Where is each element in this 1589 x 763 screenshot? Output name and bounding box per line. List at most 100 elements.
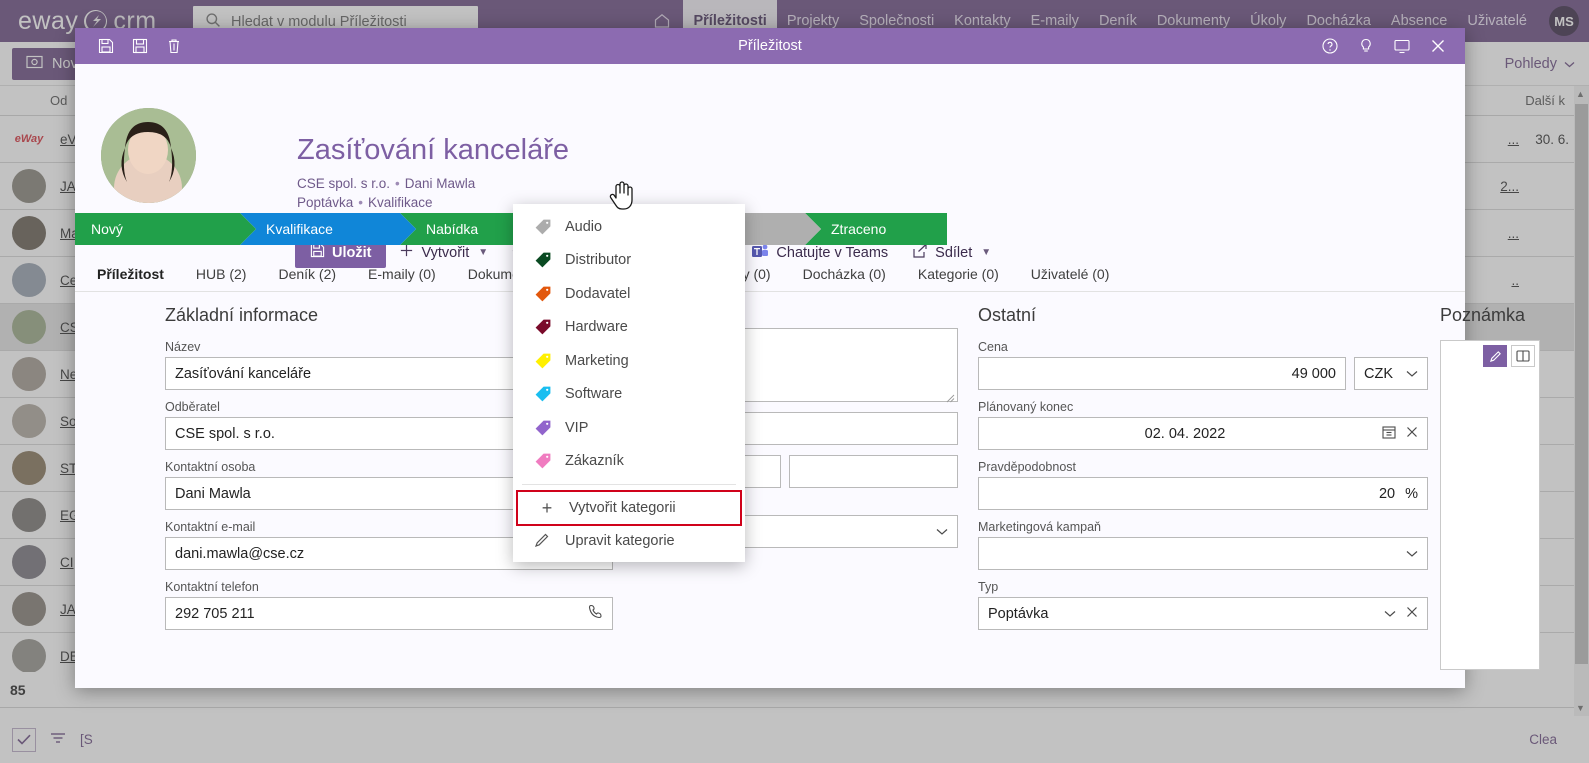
menu-item-edit-categories[interactable]: Upravit kategorie: [513, 525, 745, 559]
menu-item-label: Dodavatel: [565, 285, 631, 302]
value-cena: 49 000: [1291, 365, 1336, 382]
menu-item-zakaznik[interactable]: Zákazník: [513, 445, 745, 479]
unit-percent: %: [1405, 485, 1418, 502]
stage-label: Nabídka: [426, 221, 479, 237]
plus-icon: +: [541, 497, 553, 518]
section-title-other: Ostatní: [978, 305, 1037, 325]
categories-dropdown-menu: Audio Distributor Dodavatel Hardware Mar…: [513, 204, 745, 562]
menu-item-label: Software: [565, 386, 623, 403]
stage-ztraceno[interactable]: Ztraceno: [805, 213, 947, 245]
calendar-icon[interactable]: [1382, 425, 1396, 443]
note-split-view-button[interactable]: [1511, 345, 1535, 367]
input-cena[interactable]: 49 000: [978, 357, 1346, 390]
stage-label: Nový: [91, 221, 123, 237]
value-kontaktni-telefon: 292 705 211: [175, 605, 255, 622]
section-title-note: Poznámka: [1440, 305, 1526, 325]
menu-item-vip[interactable]: VIP: [513, 411, 745, 445]
delete-icon[interactable]: [161, 33, 187, 59]
column-note: Poznámka: [1440, 296, 1540, 670]
help-icon[interactable]: [1317, 33, 1343, 59]
pencil-icon: [534, 532, 552, 550]
lightbulb-icon[interactable]: [1353, 33, 1379, 59]
pipeline-stage-bar: Nový Kvalifikace Nabídka Ztraceno: [75, 213, 947, 245]
menu-item-distributor[interactable]: Distributor: [513, 244, 745, 278]
stage-label: Ztraceno: [831, 221, 887, 237]
field-kontaktni-telefon: Kontaktní telefon 292 705 211: [165, 580, 613, 630]
column-other: Ostatní Cena 49 000 CZK Plánovaný konec …: [978, 296, 1428, 640]
field-pravdepodobnost: Pravděpodobnost 20 %: [978, 460, 1428, 510]
input-city[interactable]: [789, 455, 958, 488]
tag-icon: [534, 452, 552, 470]
value-mena: CZK: [1364, 365, 1393, 382]
header-subtitle-type-stage: Poptávka • Kvalifikace: [297, 195, 433, 210]
phone-icon[interactable]: [588, 604, 603, 623]
value-planovany-konec: 02. 04. 2022: [1144, 425, 1226, 442]
stage-kvalifikace[interactable]: Kvalifikace: [240, 213, 416, 245]
chevron-down-icon[interactable]: [1406, 546, 1418, 562]
clear-icon[interactable]: [1406, 606, 1418, 622]
field-cena: Cena 49 000 CZK: [978, 340, 1428, 390]
stage-novy[interactable]: Nový: [75, 213, 256, 245]
tab-uzivatele[interactable]: Uživatelé (0): [1015, 256, 1126, 292]
monitor-icon[interactable]: [1389, 33, 1415, 59]
label-kontaktni-telefon: Kontaktní telefon: [165, 580, 259, 594]
chevron-down-icon[interactable]: [936, 524, 948, 540]
header-company: CSE spol. s r.o.: [297, 176, 391, 191]
tab-hub[interactable]: HUB (2): [180, 256, 263, 292]
tag-icon: [534, 419, 552, 437]
form-area: Základní informace Název Zasíťování kanc…: [150, 296, 1540, 688]
clear-icon[interactable]: [1406, 426, 1418, 442]
menu-item-label: Distributor: [565, 252, 632, 269]
value-pravdepodobnost: 20: [1378, 485, 1396, 502]
select-typ[interactable]: Poptávka: [978, 597, 1428, 630]
tag-icon: [534, 218, 552, 236]
menu-item-label: Zákazník: [565, 453, 624, 470]
label-pravdepodobnost: Pravděpodobnost: [978, 460, 1076, 474]
field-typ: Typ Poptávka: [978, 580, 1428, 630]
tab-dochazka[interactable]: Docházka (0): [787, 256, 902, 292]
note-editor[interactable]: [1440, 340, 1540, 670]
tab-emaily[interactable]: E-maily (0): [352, 256, 452, 292]
opportunity-dialog: Příležitost Zasíťování kanceláře CSE spo…: [75, 28, 1540, 688]
dialog-title: Příležitost: [738, 38, 802, 54]
menu-item-create-category[interactable]: + Vytvořit kategorii: [516, 490, 742, 526]
menu-separator: [522, 484, 736, 485]
value-typ: Poptávka: [988, 605, 1049, 622]
menu-item-software[interactable]: Software: [513, 378, 745, 412]
label-planovany-konec: Plánovaný konec: [978, 400, 1074, 414]
menu-item-dodavatel[interactable]: Dodavatel: [513, 277, 745, 311]
label-marketingova-kampan: Marketingová kampaň: [978, 520, 1101, 534]
menu-item-label: VIP: [565, 419, 589, 436]
close-icon[interactable]: [1425, 33, 1451, 59]
chevron-down-icon[interactable]: [1406, 366, 1418, 382]
value-kontaktni-osoba: Dani Mawla: [175, 485, 251, 502]
value-nazev: Zasíťování kanceláře: [175, 365, 312, 382]
tab-prilezitost[interactable]: Příležitost: [75, 256, 180, 292]
value-kontaktni-email: dani.mawla@cse.cz: [175, 545, 305, 562]
field-marketingova-kampan: Marketingová kampaň: [978, 520, 1428, 570]
menu-item-marketing[interactable]: Marketing: [513, 344, 745, 378]
save-icon[interactable]: [93, 33, 119, 59]
select-marketingova-kampan[interactable]: [978, 537, 1428, 570]
tab-denik[interactable]: Deník (2): [262, 256, 352, 292]
menu-item-audio[interactable]: Audio: [513, 210, 745, 244]
note-edit-button[interactable]: [1483, 345, 1507, 367]
select-mena[interactable]: CZK: [1354, 357, 1428, 390]
stage-label: Kvalifikace: [266, 221, 333, 237]
menu-item-hardware[interactable]: Hardware: [513, 311, 745, 345]
resize-grip-icon[interactable]: [946, 391, 955, 403]
dialog-tabs: Příležitost HUB (2) Deník (2) E-maily (0…: [75, 256, 1465, 292]
tag-icon: [534, 318, 552, 336]
input-kontaktni-telefon[interactable]: 292 705 211: [165, 597, 613, 630]
tag-icon: [534, 285, 552, 303]
header-type: Poptávka: [297, 195, 354, 210]
save-as-icon[interactable]: [127, 33, 153, 59]
tab-kategorie[interactable]: Kategorie (0): [902, 256, 1015, 292]
tag-icon: [534, 385, 552, 403]
input-planovany-konec[interactable]: 02. 04. 2022: [978, 417, 1428, 450]
header-contact: Dani Mawla: [404, 176, 476, 191]
chevron-down-icon[interactable]: [1384, 606, 1396, 622]
dialog-titlebar: Příležitost: [75, 28, 1465, 64]
menu-item-label: Marketing: [565, 352, 629, 369]
input-pravdepodobnost[interactable]: 20 %: [978, 477, 1428, 510]
